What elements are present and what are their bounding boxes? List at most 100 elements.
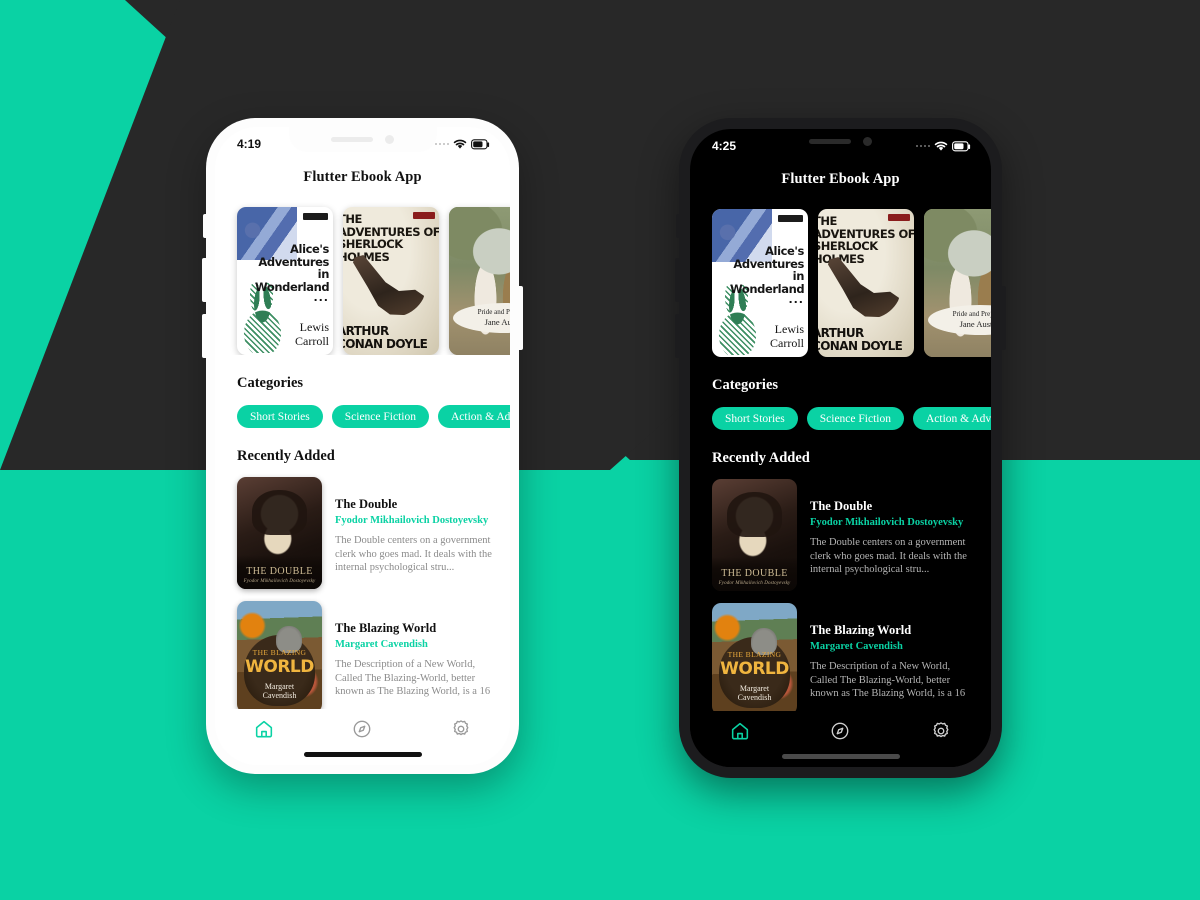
- recently-added-heading: Recently Added: [712, 450, 810, 466]
- alice-cover-author: Lewis Carroll: [295, 320, 329, 348]
- nav-explore[interactable]: [336, 718, 388, 740]
- battery-icon: [471, 138, 490, 149]
- book-title: The Blazing World: [335, 621, 437, 635]
- pride-and-prejudice-cover[interactable]: Pride and Prejudice Jane Austen: [924, 209, 991, 357]
- the-double-cover[interactable]: The Double Fyodor Mikhailovich Dostoyevs…: [712, 479, 797, 591]
- categories-heading: Categories: [237, 375, 304, 391]
- the-blazing-world-cover[interactable]: THE BLAZING WORLD Margaret Cavendish: [237, 601, 322, 713]
- settings-icon: [453, 720, 469, 736]
- alice-cover-title: Alice's Adventures in Wonderland ...: [255, 242, 330, 304]
- screen-light: 4:19 Flutter Ebook App Alice's Adventure…: [215, 127, 510, 765]
- power-button[interactable]: [1001, 286, 1006, 350]
- book-description: The Description of a New World, Called T…: [810, 661, 966, 699]
- categories-list[interactable]: Short Stories Science Fiction Action & A…: [690, 394, 991, 430]
- home-indicator[interactable]: [781, 754, 900, 759]
- book-author: Margaret Cavendish: [810, 641, 903, 652]
- sherlock-cover-title: THE ADVENTURES OF SHERLOCK HOLMES: [818, 214, 914, 266]
- sherlock-cover-title: THE ADVENTURES OF SHERLOCK HOLMES: [343, 212, 439, 264]
- publisher-badge-icon: [303, 213, 328, 220]
- book-author: Margaret Cavendish: [335, 639, 428, 650]
- the-double-cover[interactable]: The Double Fyodor Mikhailovich Dostoyevs…: [237, 477, 322, 589]
- pride-and-prejudice-cover[interactable]: Pride and Prejudice Jane Austen: [449, 207, 510, 355]
- book-description: The Double centers on a government clerk…: [335, 535, 492, 573]
- featured-carousel[interactable]: Alice's Adventures in Wonderland ... Lew…: [215, 186, 510, 355]
- category-chip-short-stories[interactable]: Short Stories: [712, 407, 798, 430]
- sherlock-holmes-cover[interactable]: THE ADVENTURES OF SHERLOCK HOLMES ARTHUR…: [818, 209, 914, 357]
- book-title: The Blazing World: [810, 623, 912, 637]
- book-title: The Double: [810, 499, 873, 513]
- the-double-cover-text: The Double Fyodor Mikhailovich Dostoyevs…: [712, 557, 797, 591]
- blazing-cover-title-small: THE BLAZING: [727, 650, 782, 660]
- volume-down-button[interactable]: [675, 314, 680, 358]
- settings-icon: [933, 722, 949, 738]
- app-title: Flutter Ebook App: [303, 169, 422, 185]
- status-bar: 4:25: [690, 129, 991, 159]
- status-time: 4:19: [237, 137, 262, 151]
- book-author: Fyodor Mikhailovich Dostoyevsky: [810, 517, 964, 528]
- nav-home[interactable]: [238, 718, 290, 740]
- the-double-cover-text: The Double Fyodor Mikhailovich Dostoyevs…: [237, 555, 322, 589]
- status-bar: 4:19: [215, 127, 510, 157]
- book-author: Fyodor Mikhailovich Dostoyevsky: [335, 515, 489, 526]
- mute-switch[interactable]: [203, 214, 207, 238]
- phone-mockup-dark: 4:25 Flutter Ebook App Alice's Adventure…: [675, 118, 1006, 778]
- category-chip-science-fiction[interactable]: Science Fiction: [806, 407, 904, 430]
- volume-up-button[interactable]: [675, 258, 680, 302]
- sherlock-cover-author: ARTHUR CONAN DOYLE: [818, 326, 903, 353]
- publisher-badge-icon: [778, 215, 803, 222]
- recently-added-heading: Recently Added: [237, 448, 335, 464]
- categories-list[interactable]: Short Stories Science Fiction Action & A…: [215, 392, 510, 428]
- app-title: Flutter Ebook App: [781, 171, 900, 187]
- explore-icon: [354, 720, 371, 738]
- list-item[interactable]: The Double Fyodor Mikhailovich Dostoyevs…: [712, 479, 991, 591]
- battery-icon: [952, 140, 971, 151]
- alice-in-wonderland-cover[interactable]: Alice's Adventures in Wonderland ... Lew…: [237, 207, 333, 355]
- screen-dark: 4:25 Flutter Ebook App Alice's Adventure…: [690, 129, 991, 767]
- book-info: The Double Fyodor Mikhailovich Dostoyevs…: [810, 479, 991, 591]
- list-item[interactable]: THE BLAZING WORLD Margaret Cavendish The…: [712, 603, 991, 715]
- explore-icon: [832, 722, 849, 740]
- phone-mockup-light: 4:19 Flutter Ebook App Alice's Adventure…: [202, 118, 523, 774]
- volume-up-button[interactable]: [202, 258, 207, 302]
- recently-added-list: The Double Fyodor Mikhailovich Dostoyevs…: [690, 467, 991, 715]
- mute-switch[interactable]: [676, 214, 680, 238]
- portrait-illustration: [727, 492, 782, 538]
- portrait-illustration: [252, 490, 307, 536]
- the-blazing-world-cover[interactable]: THE BLAZING WORLD Margaret Cavendish: [712, 603, 797, 715]
- book-description: The Double centers on a government clerk…: [810, 537, 967, 575]
- home-indicator[interactable]: [303, 752, 422, 757]
- home-icon: [256, 720, 273, 738]
- nav-home[interactable]: [714, 720, 766, 742]
- book-info: The Blazing World Margaret Cavendish The…: [810, 603, 991, 715]
- alice-cover-author: Lewis Carroll: [770, 322, 804, 350]
- book-info: The Blazing World Margaret Cavendish The…: [335, 601, 510, 713]
- featured-carousel[interactable]: Alice's Adventures in Wonderland ... Lew…: [690, 188, 991, 357]
- list-item[interactable]: The Double Fyodor Mikhailovich Dostoyevs…: [237, 477, 510, 589]
- list-item[interactable]: THE BLAZING WORLD Margaret Cavendish The…: [237, 601, 510, 713]
- nav-explore[interactable]: [814, 720, 866, 742]
- home-icon: [732, 722, 749, 740]
- sherlock-cover-author: ARTHUR CONAN DOYLE: [343, 324, 428, 351]
- sherlock-holmes-cover[interactable]: THE ADVENTURES OF SHERLOCK HOLMES ARTHUR…: [343, 207, 439, 355]
- category-chip-science-fiction[interactable]: Science Fiction: [331, 405, 429, 428]
- wallpaper-stage: 4:19 Flutter Ebook App Alice's Adventure…: [0, 0, 1200, 900]
- book-info: The Double Fyodor Mikhailovich Dostoyevs…: [335, 477, 510, 589]
- blazing-cover-author: Margaret Cavendish: [262, 681, 297, 700]
- category-chip-action-adventure[interactable]: Action & Adventure: [437, 405, 510, 428]
- category-chip-short-stories[interactable]: Short Stories: [237, 405, 323, 428]
- signal-dots-icon: [915, 144, 930, 148]
- alice-cover-title: Alice's Adventures in Wonderland ...: [730, 244, 805, 306]
- power-button[interactable]: [518, 286, 523, 350]
- nav-settings[interactable]: [435, 718, 487, 740]
- wifi-icon: [453, 139, 467, 149]
- pipe-illustration: [353, 255, 425, 316]
- category-chip-action-adventure[interactable]: Action & Adventure: [912, 407, 991, 430]
- alice-in-wonderland-cover[interactable]: Alice's Adventures in Wonderland ... Lew…: [712, 209, 808, 357]
- status-time: 4:25: [712, 139, 737, 153]
- wifi-icon: [934, 141, 948, 151]
- pipe-illustration: [828, 257, 900, 318]
- signal-dots-icon: [434, 142, 449, 146]
- volume-down-button[interactable]: [202, 314, 207, 358]
- blazing-cover-title-big: WORLD: [720, 659, 789, 679]
- nav-settings[interactable]: [915, 720, 967, 742]
